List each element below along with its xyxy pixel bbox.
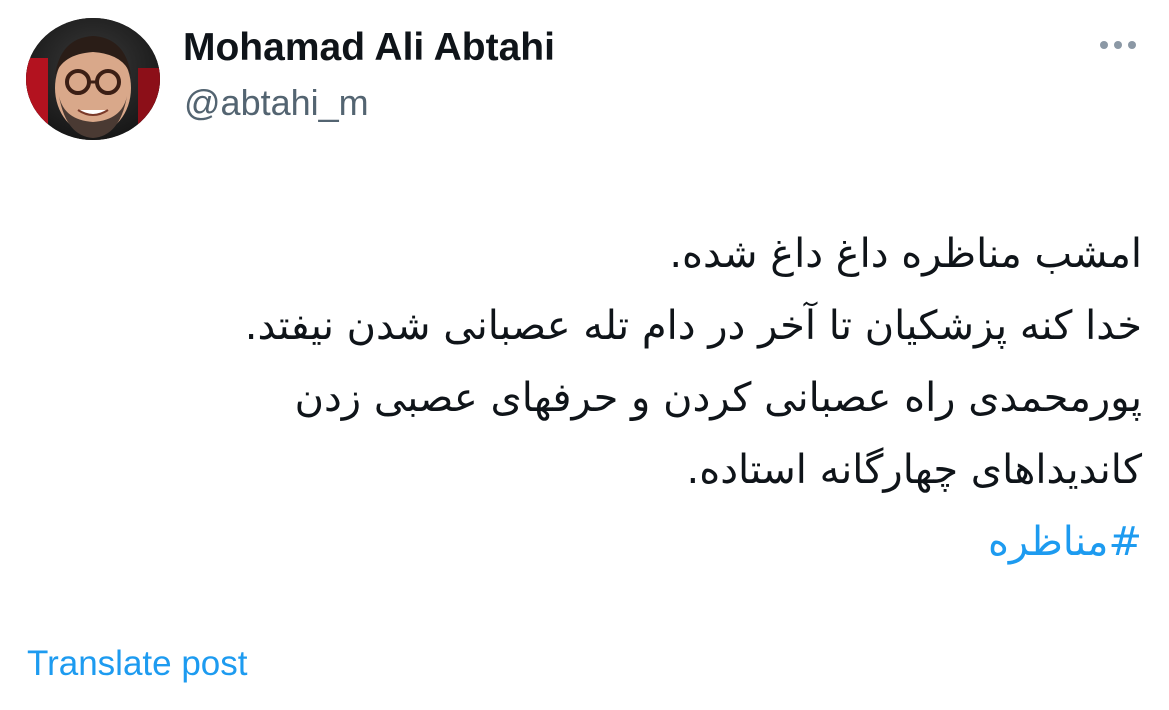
avatar[interactable]	[26, 18, 160, 140]
post-card: Mohamad Ali Abtahi @abtahi_m امشب مناظره…	[0, 0, 1169, 710]
profile-photo-icon	[26, 18, 160, 140]
post-text-line: خدا کنه پزشکیان تا آخر در دام تله عصبانی…	[244, 303, 1142, 349]
translate-post-link[interactable]: Translate post	[27, 644, 247, 684]
author-handle[interactable]: @abtahi_m	[184, 82, 369, 124]
post-text-line: امشب مناظره داغ داغ شده.	[669, 231, 1142, 277]
more-horizontal-icon	[1100, 41, 1108, 49]
post-text-line: کاندیداهای چهارگانه استاده.	[686, 447, 1142, 493]
hashtag-link[interactable]: #مناظره	[988, 519, 1142, 565]
post-text: امشب مناظره داغ داغ شده. خدا کنه پزشکیان…	[40, 218, 1142, 578]
author-name[interactable]: Mohamad Ali Abtahi	[183, 26, 555, 70]
more-options-button[interactable]	[1092, 30, 1144, 60]
post-text-line: پورمحمدی راه عصبانی کردن و حرفهای عصبی ز…	[294, 375, 1142, 421]
more-horizontal-icon	[1114, 41, 1122, 49]
more-horizontal-icon	[1128, 41, 1136, 49]
